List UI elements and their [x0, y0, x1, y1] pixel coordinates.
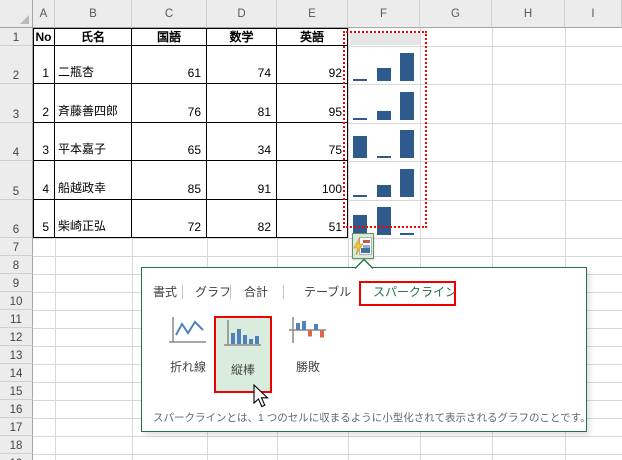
table-cell-name[interactable]: 斉藤善四郎: [55, 84, 132, 123]
button-label: 縦棒: [230, 363, 255, 377]
table-cell-kokugo[interactable]: 76: [132, 84, 207, 123]
column-header-e[interactable]: E: [277, 0, 348, 28]
row-header-16[interactable]: 16: [0, 400, 33, 418]
button-column-sparkline[interactable]: 縦棒: [214, 316, 272, 393]
button-label: 折れ線: [169, 360, 206, 374]
table-cell-kokugo[interactable]: 85: [132, 161, 207, 200]
gridline-horizontal: [33, 436, 622, 437]
popup-arrow-notch: [354, 258, 374, 269]
row-header-11[interactable]: 11: [0, 310, 33, 328]
table-cell-eigo[interactable]: 51: [277, 200, 348, 238]
tab-separator: [283, 285, 284, 299]
table-cell-kokugo[interactable]: 72: [132, 200, 207, 238]
row-header-14[interactable]: 14: [0, 364, 33, 382]
gridline-horizontal: [33, 454, 622, 455]
row-header-9[interactable]: 9: [0, 274, 33, 292]
row-header-4[interactable]: 4: [0, 123, 33, 161]
row-header-10[interactable]: 10: [0, 292, 33, 310]
lightning-icon: [353, 237, 364, 256]
table-cell-sugaku[interactable]: 82: [207, 200, 277, 238]
row-header-1[interactable]: 1: [0, 28, 33, 46]
sparkline-range-dashed-annotation: [343, 31, 427, 228]
button-line-sparkline[interactable]: 折れ線: [161, 317, 215, 377]
tab-totals[interactable]: 合計: [244, 284, 268, 301]
spreadsheet: 12345678910111213141516171819 ABCDEFGHI …: [0, 0, 622, 460]
table-cell-sugaku[interactable]: 74: [207, 46, 277, 84]
button-label: 勝敗: [295, 360, 320, 374]
sparkline-description: スパークラインとは、1 つのセルに収まるように小型化されて表示されるグラフのこと…: [153, 412, 591, 424]
table-cell-name[interactable]: 二瓶杏: [55, 46, 132, 84]
table-cell-no[interactable]: 5: [33, 200, 55, 238]
table-cell-name[interactable]: 柴崎正弘: [55, 200, 132, 238]
table-header-cell[interactable]: 数学: [207, 28, 277, 46]
quick-analysis-button[interactable]: [352, 233, 374, 259]
table-cell-name[interactable]: 船越政幸: [55, 161, 132, 200]
quick-analysis-popup: 書式 グラフ 合計 テーブル スパークライン 折れ線 縦棒 勝敗 スパークラインとは、1 つ…: [141, 267, 591, 432]
line-sparkline-icon: [169, 317, 207, 350]
row-header-7[interactable]: 7: [0, 238, 33, 256]
column-header-h[interactable]: H: [492, 0, 565, 28]
row-header-3[interactable]: 3: [0, 84, 33, 123]
table-cell-no[interactable]: 3: [33, 123, 55, 161]
sparkline-bar: [400, 233, 414, 235]
column-header-i[interactable]: I: [565, 0, 622, 28]
gridline-horizontal: [33, 238, 622, 239]
column-header-f[interactable]: F: [348, 0, 420, 28]
select-all-corner[interactable]: [0, 0, 33, 28]
row-header-19[interactable]: 19: [0, 454, 33, 460]
tab-separator: [182, 285, 183, 299]
table-cell-no[interactable]: 2: [33, 84, 55, 123]
column-header-b[interactable]: B: [55, 0, 132, 28]
table-cell-no[interactable]: 1: [33, 46, 55, 84]
table-cell-kokugo[interactable]: 61: [132, 46, 207, 84]
table-cell-name[interactable]: 平本嘉子: [55, 123, 132, 161]
annotation-box-sparkline-tab: [359, 281, 456, 306]
table-cell-eigo[interactable]: 95: [277, 84, 348, 123]
row-header-17[interactable]: 17: [0, 418, 33, 436]
table-header-cell[interactable]: 国語: [132, 28, 207, 46]
column-header-a[interactable]: A: [33, 0, 55, 28]
table-cell-eigo[interactable]: 75: [277, 123, 348, 161]
winloss-sparkline-icon: [289, 317, 327, 350]
column-header-c[interactable]: C: [132, 0, 207, 28]
table-cell-sugaku[interactable]: 91: [207, 161, 277, 200]
mouse-cursor: [253, 384, 269, 408]
column-header-g[interactable]: G: [420, 0, 492, 28]
row-header-8[interactable]: 8: [0, 256, 33, 274]
column-sparkline-icon: [224, 320, 262, 353]
row-header-6[interactable]: 6: [0, 200, 33, 238]
table-cell-eigo[interactable]: 100: [277, 161, 348, 200]
tab-tables[interactable]: テーブル: [304, 284, 351, 301]
table-header-cell[interactable]: No: [33, 28, 55, 46]
gridline-horizontal: [33, 256, 622, 257]
table-cell-eigo[interactable]: 92: [277, 46, 348, 84]
table-header-cell[interactable]: 氏名: [55, 28, 132, 46]
row-header-18[interactable]: 18: [0, 436, 33, 454]
tab-format[interactable]: 書式: [153, 284, 177, 301]
row-header-5[interactable]: 5: [0, 161, 33, 200]
row-header-13[interactable]: 13: [0, 346, 33, 364]
table-cell-kokugo[interactable]: 65: [132, 123, 207, 161]
button-winloss-sparkline[interactable]: 勝敗: [283, 317, 333, 377]
tab-charts[interactable]: グラフ: [195, 284, 231, 301]
row-header-12[interactable]: 12: [0, 328, 33, 346]
table-header-cell[interactable]: 英語: [277, 28, 348, 46]
tab-separator: [229, 285, 231, 299]
column-header-d[interactable]: D: [207, 0, 277, 28]
row-header-2[interactable]: 2: [0, 46, 33, 84]
table-cell-sugaku[interactable]: 81: [207, 84, 277, 123]
table-cell-no[interactable]: 4: [33, 161, 55, 200]
row-header-15[interactable]: 15: [0, 382, 33, 400]
table-cell-sugaku[interactable]: 34: [207, 123, 277, 161]
